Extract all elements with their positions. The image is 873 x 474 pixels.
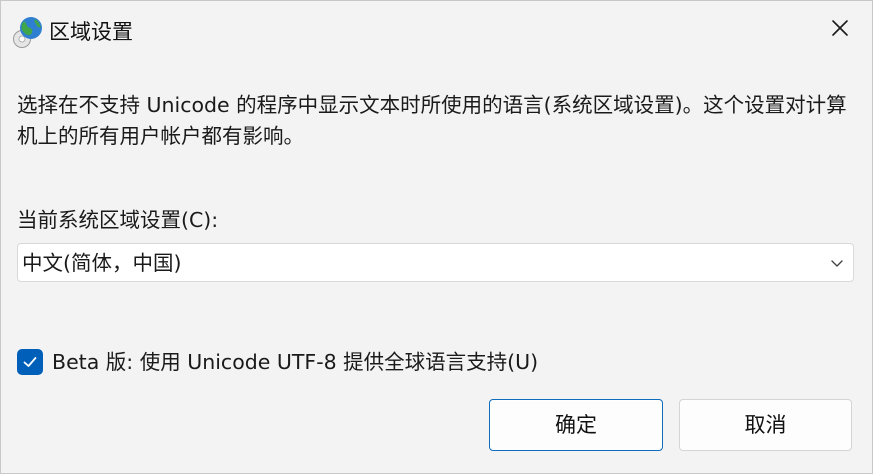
locale-selected-value: 中文(简体，中国) — [22, 251, 182, 275]
close-icon — [830, 18, 850, 42]
ok-button[interactable]: 确定 — [489, 399, 663, 451]
checkmark-icon — [23, 357, 37, 367]
utf8-beta-checkbox[interactable] — [17, 349, 43, 375]
region-settings-dialog: 区域设置 选择在不支持 Unicode 的程序中显示文本时所使用的语言(系统区域… — [0, 0, 873, 474]
close-button[interactable] — [808, 1, 872, 59]
chevron-down-icon — [829, 255, 845, 271]
globe-icon — [11, 15, 45, 49]
utf8-beta-option[interactable]: Beta 版: 使用 Unicode UTF-8 提供全球语言支持(U) — [17, 347, 538, 377]
window-title: 区域设置 — [49, 20, 133, 44]
current-locale-label: 当前系统区域设置(C): — [17, 208, 219, 232]
locale-dropdown[interactable]: 中文(简体，中国) — [17, 243, 854, 282]
utf8-beta-label[interactable]: Beta 版: 使用 Unicode UTF-8 提供全球语言支持(U) — [52, 348, 538, 376]
title-bar: 区域设置 — [1, 1, 872, 59]
cancel-button[interactable]: 取消 — [679, 399, 852, 451]
description-text: 选择在不支持 Unicode 的程序中显示文本时所使用的语言(系统区域设置)。这… — [17, 93, 847, 148]
